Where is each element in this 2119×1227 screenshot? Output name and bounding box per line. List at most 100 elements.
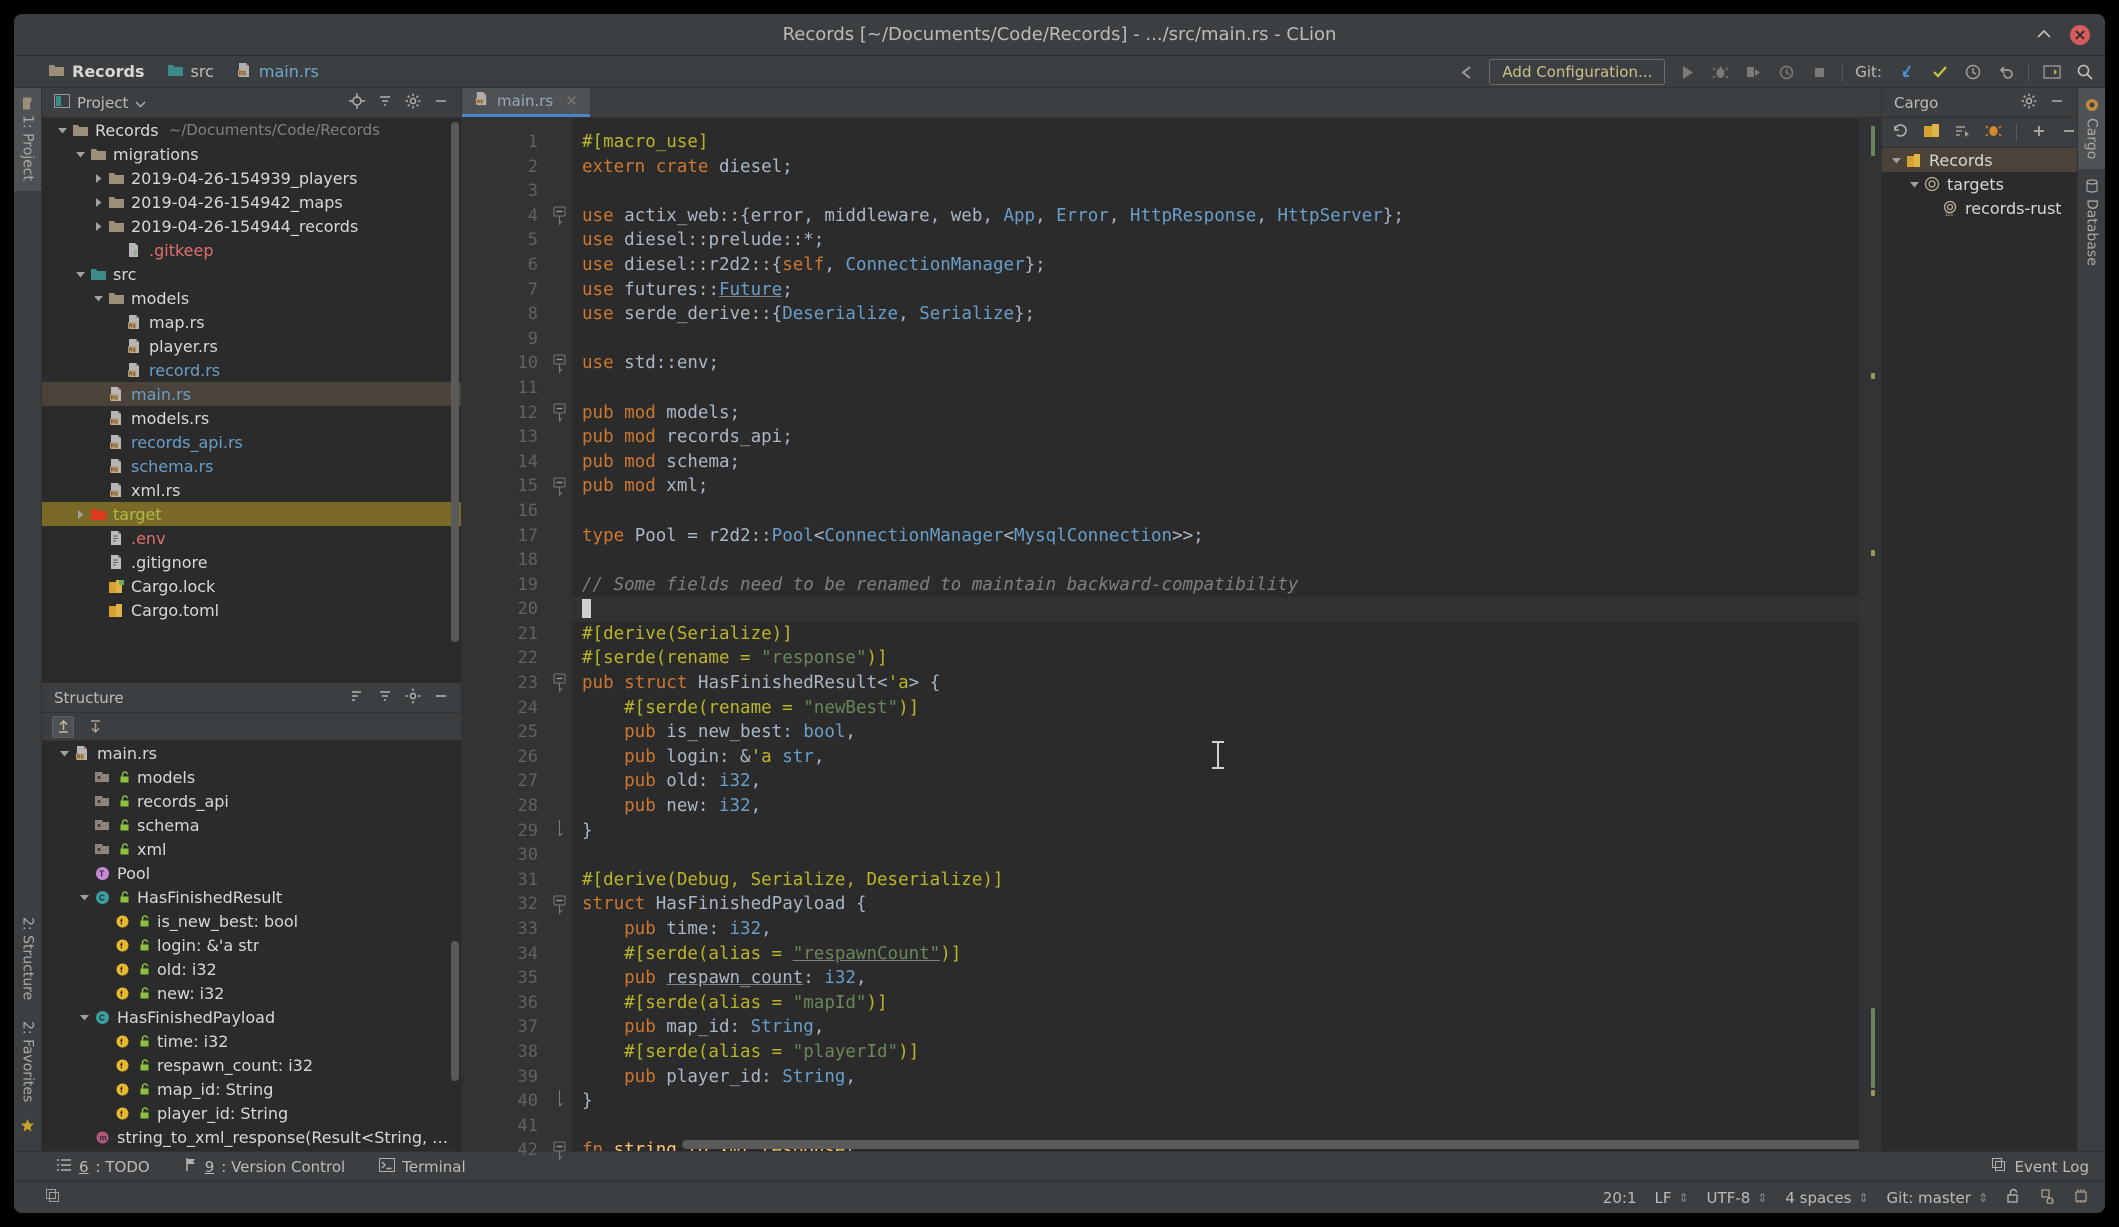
tree-row[interactable]: Cargo.toml: [42, 598, 461, 622]
tree-row[interactable]: RSmain.rs: [42, 741, 461, 765]
line-separator[interactable]: LF⇕: [1654, 1189, 1688, 1207]
fold-start-icon[interactable]: [546, 401, 572, 426]
hide-icon[interactable]: [433, 93, 449, 113]
code-text[interactable]: #[macro_use]extern crate diesel;use acti…: [572, 118, 1881, 1151]
search-everywhere-icon[interactable]: [2074, 62, 2095, 83]
tree-row[interactable]: Cargo.lock: [42, 574, 461, 598]
fold-start-icon[interactable]: [546, 892, 572, 917]
code-line[interactable]: pub map_id: String,: [572, 1015, 1881, 1040]
tool-button-todo[interactable]: 6: TODO: [56, 1158, 150, 1176]
line-number-gutter[interactable]: 1234567891011121314151617181920212223o24…: [462, 118, 546, 1151]
sidebar-item-project[interactable]: 1: Project: [14, 88, 41, 191]
cargo-tree[interactable]: Recordstargets101records-rust: [1882, 148, 2077, 1151]
back-arrow-icon[interactable]: [1456, 62, 1477, 83]
tree-row[interactable]: ?.gitkeep: [42, 238, 461, 262]
locate-icon[interactable]: [349, 93, 365, 113]
tree-row[interactable]: models: [42, 765, 461, 789]
tree-row[interactable]: flogin: &'a str: [42, 933, 461, 957]
code-line[interactable]: pub mod records_api;: [572, 425, 1881, 450]
event-log-label[interactable]: Event Log: [2014, 1158, 2089, 1176]
code-line[interactable]: struct HasFinishedPayload {: [572, 892, 1881, 917]
tree-expand-arrow-right-icon[interactable]: [90, 221, 106, 232]
sidebar-item-favorites[interactable]: 2: Favorites: [16, 1011, 40, 1112]
project-tree[interactable]: Records~/Documents/Code/Recordsmigration…: [42, 118, 461, 683]
chevron-down-icon[interactable]: [135, 94, 146, 112]
add-icon[interactable]: [2031, 123, 2047, 143]
code-line[interactable]: #[serde(rename = "response")]: [572, 646, 1881, 671]
tree-row[interactable]: RSxml.rs: [42, 478, 461, 502]
tree-row[interactable]: mhas_finished_route(web::Json<HasFinishe…: [42, 1149, 461, 1151]
refresh-icon[interactable]: [1892, 122, 1909, 143]
code-line[interactable]: pub mod models;: [572, 401, 1881, 426]
tree-row[interactable]: RSplayer.rs: [42, 334, 461, 358]
tree-row[interactable]: RSmain.rs: [42, 382, 461, 406]
code-line[interactable]: pub login: &'a str,: [572, 745, 1881, 770]
collapse-all-icon[interactable]: [377, 688, 393, 708]
structure-tree[interactable]: RSmain.rsmodelsrecords_apischemaxmlTPool…: [42, 741, 461, 1151]
caret-position[interactable]: 20:1: [1603, 1189, 1637, 1207]
tree-row[interactable]: mstring_to_xml_response(Result<String, e…: [42, 1125, 461, 1149]
code-line[interactable]: [572, 1114, 1881, 1139]
tree-row[interactable]: migrations: [42, 142, 461, 166]
code-line[interactable]: use futures::Future;: [572, 278, 1881, 303]
tree-expand-arrow-down-icon[interactable]: [76, 1013, 92, 1022]
toggle-toolwindows-icon[interactable]: [44, 1187, 61, 1208]
breadcrumb-item-file[interactable]: RS main.rs: [228, 62, 327, 82]
git-history-icon[interactable]: [1962, 62, 1983, 83]
project-tree-scrollbar[interactable]: [451, 122, 459, 642]
code-line[interactable]: #[serde(alias = "playerId")]: [572, 1040, 1881, 1065]
settings-gear-icon[interactable]: [2021, 93, 2037, 113]
add-configuration-button[interactable]: Add Configuration...: [1489, 59, 1665, 85]
debug-icon[interactable]: [1985, 122, 2002, 143]
tree-row[interactable]: models: [42, 286, 461, 310]
code-line[interactable]: use serde_derive::{Deserialize, Serializ…: [572, 302, 1881, 327]
tree-row[interactable]: fis_new_best: bool: [42, 909, 461, 933]
code-line[interactable]: #[serde(alias = "respawnCount")]: [572, 942, 1881, 967]
close-icon[interactable]: [2069, 24, 2091, 46]
sidebar-item-cargo[interactable]: Cargo: [2078, 88, 2105, 169]
code-folding-gutter[interactable]: [546, 118, 572, 1151]
fold-start-icon[interactable]: [546, 671, 572, 696]
cargo-package-icon[interactable]: [1923, 123, 1940, 142]
tree-row[interactable]: RSrecord.rs: [42, 358, 461, 382]
code-line[interactable]: use diesel::prelude::*;: [572, 228, 1881, 253]
code-line[interactable]: #[serde(rename = "newBest")]: [572, 696, 1881, 721]
tree-expand-arrow-right-icon[interactable]: [90, 197, 106, 208]
settings-gear-icon[interactable]: [405, 688, 421, 708]
tree-row[interactable]: xml: [42, 837, 461, 861]
tree-row[interactable]: frespawn_count: i32: [42, 1053, 461, 1077]
code-line[interactable]: [572, 327, 1881, 352]
tree-row[interactable]: RSrecords_api.rs: [42, 430, 461, 454]
tree-row[interactable]: fplayer_id: String: [42, 1101, 461, 1125]
sidebar-item-database[interactable]: Database: [2078, 169, 2105, 276]
tree-row[interactable]: Records~/Documents/Code/Records: [42, 118, 461, 142]
git-commit-icon[interactable]: [1929, 62, 1950, 83]
tree-row[interactable]: CHasFinishedPayload: [42, 1005, 461, 1029]
code-line[interactable]: #[serde(alias = "mapId")]: [572, 991, 1881, 1016]
structure-tree-scrollbar[interactable]: [451, 941, 459, 1081]
tree-expand-arrow-down-icon[interactable]: [1888, 156, 1904, 165]
tool-button-terminal[interactable]: Terminal: [379, 1158, 465, 1176]
tree-row[interactable]: 2019-04-26-154939_players: [42, 166, 461, 190]
git-branch-widget[interactable]: Git: master⇕: [1887, 1189, 1988, 1207]
tree-expand-arrow-down-icon[interactable]: [76, 893, 92, 902]
stop-icon[interactable]: [1809, 62, 1830, 83]
star-icon[interactable]: [20, 1112, 35, 1143]
unlocked-icon[interactable]: [2006, 1188, 2021, 1208]
code-line[interactable]: [572, 597, 1881, 622]
close-icon[interactable]: ✕: [565, 92, 578, 110]
tree-row[interactable]: 2019-04-26-154942_maps: [42, 190, 461, 214]
code-line[interactable]: pub mod xml;: [572, 474, 1881, 499]
tree-row[interactable]: RSmodels.rs: [42, 406, 461, 430]
code-line[interactable]: pub player_id: String,: [572, 1065, 1881, 1090]
code-line[interactable]: pub new: i32,: [572, 794, 1881, 819]
tree-row[interactable]: CHasFinishedResult: [42, 885, 461, 909]
tab-main-rs[interactable]: RS main.rs ✕: [462, 87, 590, 117]
fold-end-icon[interactable]: [546, 819, 572, 844]
fold-end-icon[interactable]: [546, 1089, 572, 1114]
tree-row[interactable]: 2019-04-26-154944_records: [42, 214, 461, 238]
tree-row[interactable]: src: [42, 262, 461, 286]
tree-row[interactable]: 101records-rust: [1882, 196, 2077, 220]
collapse-all-icon[interactable]: [377, 93, 393, 113]
breadcrumb-item-project[interactable]: Records: [40, 62, 153, 81]
